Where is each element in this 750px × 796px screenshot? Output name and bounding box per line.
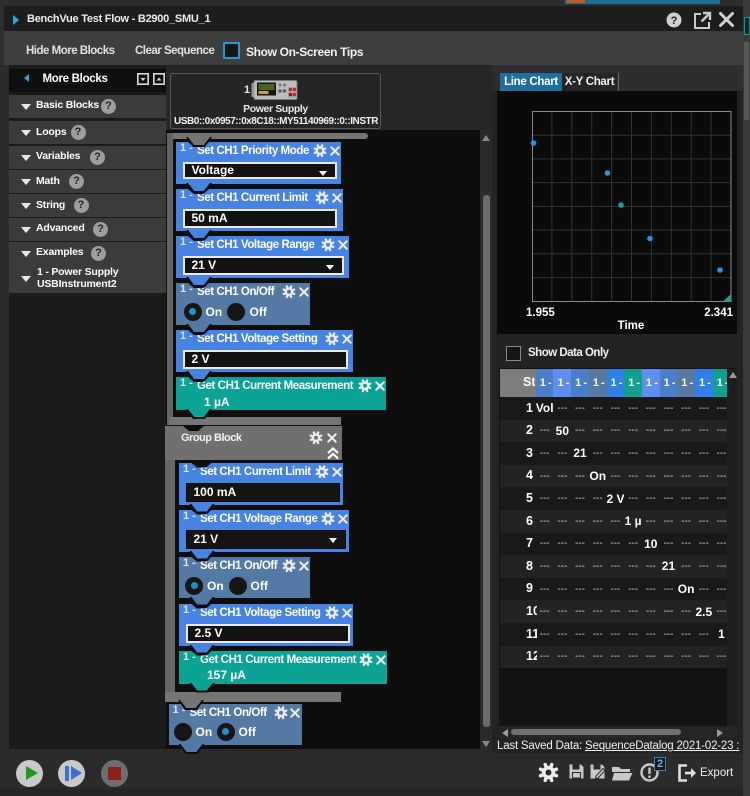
svg-text:2.341: 2.341 (704, 307, 733, 319)
svg-text:?: ? (671, 15, 678, 27)
svg-text:1.955: 1.955 (526, 307, 555, 319)
svg-text:Time: Time (618, 320, 645, 332)
